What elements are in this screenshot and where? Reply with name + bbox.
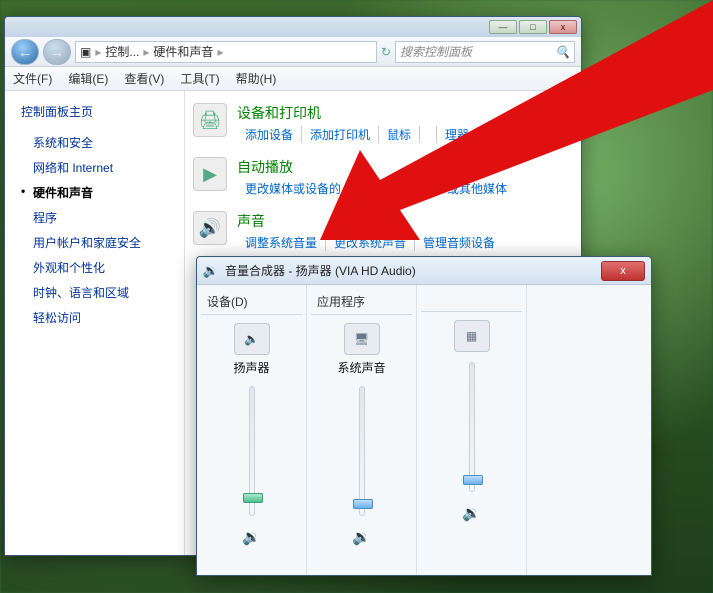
vm-slider-system[interactable]: [359, 386, 365, 516]
forward-button[interactable]: →: [43, 39, 71, 65]
mute-button-app2[interactable]: 🔉: [421, 504, 522, 522]
vm-label-system: 系统声音: [311, 359, 412, 376]
vm-slider-speakers[interactable]: [249, 386, 255, 516]
sidebar-home[interactable]: 控制面板主页: [21, 103, 176, 120]
menu-tools[interactable]: 工具(T): [180, 70, 219, 87]
slider-thumb[interactable]: [353, 499, 373, 509]
folder-icon: ▣: [80, 45, 91, 59]
vm-device-header: 设备(D): [201, 293, 302, 315]
sidebar-item-hardware[interactable]: 硬件和声音: [21, 180, 176, 205]
menu-bar: 文件(F) 编辑(E) 查看(V) 工具(T) 帮助(H): [5, 67, 581, 91]
link-change-sounds[interactable]: 更改系统声音: [326, 234, 415, 251]
sidebar-item-appearance[interactable]: 外观和个性化: [21, 255, 176, 280]
app-icon[interactable]: ▦: [454, 320, 490, 352]
bc-sep: ▸: [143, 45, 149, 59]
vm-titlebar: 🔉 音量合成器 - 扬声器 (VIA HD Audio) x: [197, 257, 651, 285]
link-autoplay-cd[interactable]: 自动播放 CD 或其他媒体: [367, 180, 515, 197]
vm-app-header-blank: [421, 293, 522, 312]
vm-close-button[interactable]: x: [601, 261, 645, 281]
link-add-printer[interactable]: 添加打印机: [302, 126, 379, 143]
nav-bar: ← → ▣ ▸ 控制... ▸ 硬件和声音 ▸ ↻ 搜索控制面板 🔍: [5, 37, 581, 67]
sidebar-item-accounts[interactable]: 用户帐户和家庭安全: [21, 230, 176, 255]
vm-title-text: 音量合成器 - 扬声器 (VIA HD Audio): [225, 262, 595, 279]
vm-slider-app2[interactable]: [469, 362, 475, 492]
cat-title-sound[interactable]: 声音: [237, 211, 503, 231]
breadcrumb-1[interactable]: 控制...: [105, 43, 139, 60]
search-icon: 🔍: [555, 45, 570, 59]
link-mouse[interactable]: 鼠标: [379, 126, 420, 143]
category-sound: 🔊 声音 调整系统音量 更改系统声音 管理音频设备: [193, 211, 573, 251]
vm-app-column-2: ▦ 🔉: [417, 285, 527, 575]
volume-mixer-window: 🔉 音量合成器 - 扬声器 (VIA HD Audio) x 设备(D) 🔈 扬…: [196, 256, 652, 576]
menu-edit[interactable]: 编辑(E): [68, 70, 108, 87]
menu-help[interactable]: 帮助(H): [236, 70, 277, 87]
maximize-button[interactable]: □: [519, 20, 547, 34]
category-autoplay: ▶ 自动播放 更改媒体或设备的 自动播放 CD 或其他媒体: [193, 157, 573, 197]
address-bar[interactable]: ▣ ▸ 控制... ▸ 硬件和声音 ▸: [75, 41, 377, 63]
titlebar: — □ x: [5, 17, 581, 37]
cat-title-devices[interactable]: 设备和打印机: [237, 103, 477, 123]
close-button[interactable]: x: [549, 20, 577, 34]
link-manage-audio[interactable]: 管理音频设备: [415, 234, 503, 251]
category-devices: 🖨 设备和打印机 添加设备 添加打印机 鼠标 理器: [193, 103, 573, 143]
speaker-icon: 🔉: [203, 263, 219, 279]
link-adjust-volume[interactable]: 调整系统音量: [237, 234, 326, 251]
vm-label-speakers: 扬声器: [201, 359, 302, 376]
vm-device-column: 设备(D) 🔈 扬声器 🔉: [197, 285, 307, 575]
mute-button-speakers[interactable]: 🔉: [201, 528, 302, 546]
sidebar-item-programs[interactable]: 程序: [21, 205, 176, 230]
link-obscured2[interactable]: [350, 180, 367, 197]
bc-sep: ▸: [95, 45, 101, 59]
cat-title-autoplay[interactable]: 自动播放: [237, 157, 515, 177]
vm-app-header: 应用程序: [311, 293, 412, 315]
menu-file[interactable]: 文件(F): [13, 70, 52, 87]
link-obscured[interactable]: [420, 126, 437, 143]
sidebar-item-ease[interactable]: 轻松访问: [21, 305, 176, 330]
breadcrumb-2[interactable]: 硬件和声音: [153, 43, 213, 60]
search-placeholder: 搜索控制面板: [400, 43, 472, 60]
menu-view[interactable]: 查看(V): [124, 70, 164, 87]
link-add-device[interactable]: 添加设备: [237, 126, 302, 143]
sidebar-item-system[interactable]: 系统和安全: [21, 130, 176, 155]
minimize-button[interactable]: —: [489, 20, 517, 34]
sidebar-item-clock[interactable]: 时钟、语言和区域: [21, 280, 176, 305]
autoplay-icon: ▶: [193, 157, 227, 191]
sound-icon: 🔊: [193, 211, 227, 245]
link-change-media[interactable]: 更改媒体或设备的: [237, 180, 350, 197]
sidebar: 控制面板主页 系统和安全 网络和 Internet 硬件和声音 程序 用户帐户和…: [5, 91, 185, 555]
device-speaker-icon[interactable]: 🔈: [234, 323, 270, 355]
search-input[interactable]: 搜索控制面板 🔍: [395, 41, 575, 63]
sidebar-item-network[interactable]: 网络和 Internet: [21, 155, 176, 180]
slider-thumb[interactable]: [463, 475, 483, 485]
refresh-icon[interactable]: ↻: [381, 45, 391, 59]
slider-thumb[interactable]: [243, 493, 263, 503]
vm-app-column-1: 应用程序 🖥 系统声音 🔉: [307, 285, 417, 575]
link-manager[interactable]: 理器: [437, 126, 477, 143]
printer-icon: 🖨: [193, 103, 227, 137]
back-button[interactable]: ←: [11, 39, 39, 65]
mute-button-system[interactable]: 🔉: [311, 528, 412, 546]
vm-empty-column: [527, 285, 651, 575]
bc-sep: ▸: [217, 45, 223, 59]
system-sounds-icon[interactable]: 🖥: [344, 323, 380, 355]
